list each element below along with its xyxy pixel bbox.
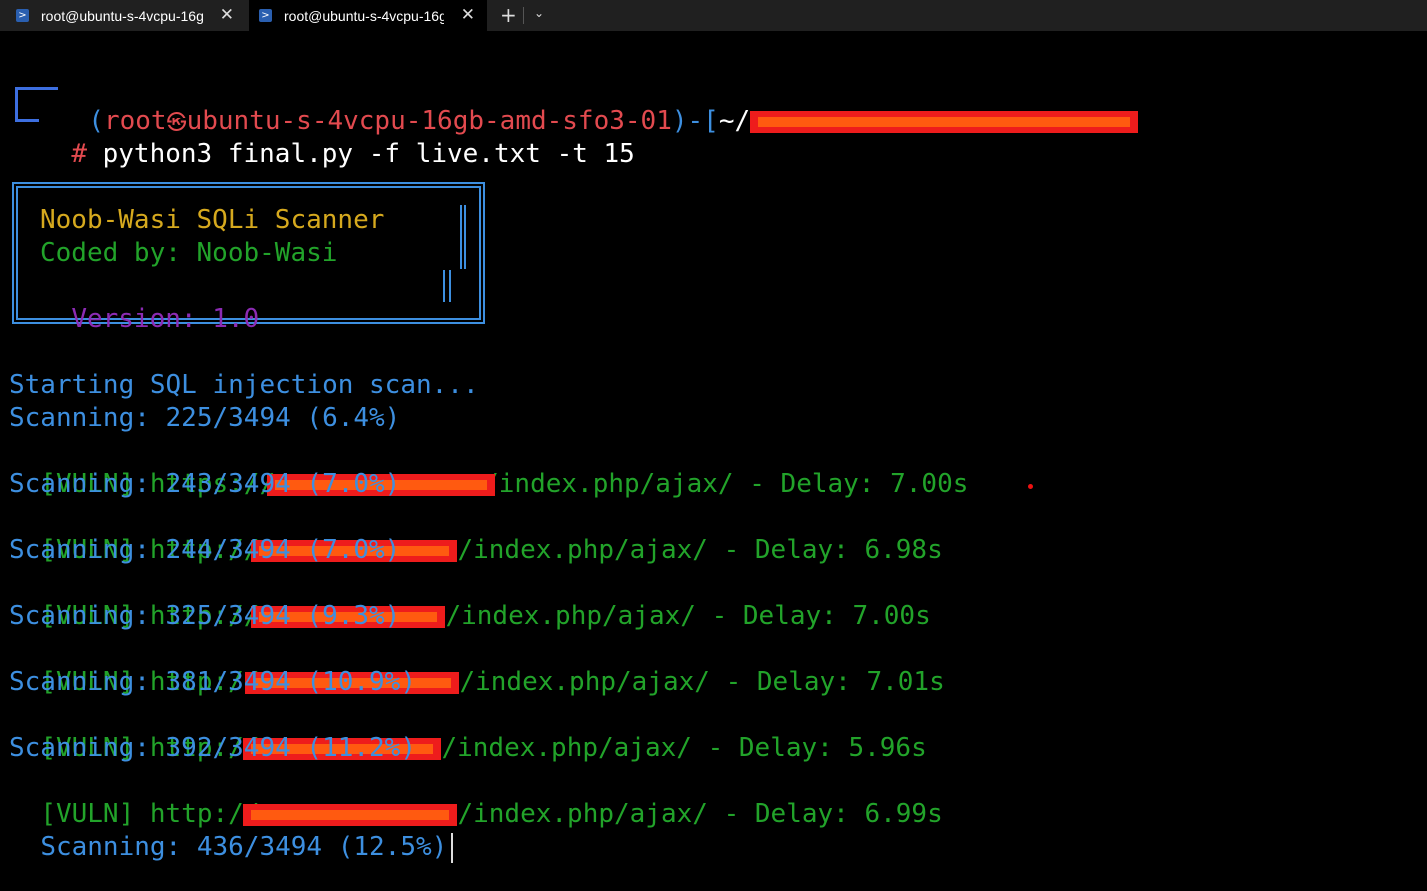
scan-progress: Scanning: 243/3494 (7.0%) (9, 469, 401, 499)
tab-terminal-1[interactable]: > root@ubuntu-s-4vcpu-16g ✕ (0, 0, 246, 31)
vuln-suffix: /index.php/ajax/ - Delay: 7.00s (445, 601, 931, 631)
vuln-line: [VULN] https:///index.php/ajax/ - Delay:… (9, 435, 968, 499)
red-dot (1028, 484, 1033, 489)
banner-bar (460, 205, 466, 269)
scan-progress: Scanning: 244/3494 (7.0%) (9, 535, 401, 565)
banner-bar (443, 270, 451, 302)
tab-terminal-2[interactable]: > root@ubuntu-s-4vcpu-16g ✕ (249, 0, 487, 31)
tab-title: root@ubuntu-s-4vcpu-16g (41, 7, 204, 24)
prompt-dir-bracket: )-[ (671, 106, 719, 136)
divider (523, 7, 524, 24)
vuln-line: [VULN] http:///index.php/ajax/ - Delay: … (9, 699, 926, 763)
prompt-hash: # (71, 139, 87, 169)
tab-title: root@ubuntu-s-4vcpu-16g (284, 7, 444, 24)
command-text: python3 final.py -f live.txt -t 15 (102, 139, 635, 169)
vuln-suffix: /index.php/ajax/ - Delay: 7.00s (483, 469, 969, 499)
vuln-line: [VULN] http:///index.php/ajax/ - Delay: … (9, 501, 942, 565)
version-label: Version: (71, 304, 213, 334)
powershell-icon: > (259, 9, 272, 22)
banner-author: Coded by: Noob-Wasi (40, 238, 338, 268)
banner-version: Version: 1.0 (40, 270, 259, 334)
scan-progress-current: Scanning: 436/3494 (12.5%) (9, 798, 454, 863)
scan-progress-text: Scanning: 436/3494 (12.5%) (40, 832, 448, 862)
scan-progress: Scanning: 225/3494 (6.4%) (9, 403, 401, 433)
new-tab-button[interactable]: + (500, 3, 517, 27)
scan-progress: Scanning: 392/3494 (11.2%) (9, 733, 416, 763)
vuln-line: [VULN] http:///index.php/ajax/ - Delay: … (9, 633, 944, 697)
redacted-path (750, 110, 1139, 133)
close-icon[interactable]: ✕ (461, 5, 475, 25)
prompt-line: (root㉿ubuntu-s-4vcpu-16gb-amd-sfo3-01)-[… (57, 72, 1139, 136)
tab-bar: > root@ubuntu-s-4vcpu-16g ✕ > root@ubunt… (0, 0, 1427, 31)
chevron-down-icon[interactable]: ⌄ (534, 6, 544, 20)
scan-start: Starting SQL injection scan... (9, 370, 479, 400)
vuln-line: [VULN] http:///index.php/ajax/ - Delay: … (9, 765, 942, 829)
prompt-frame-bottom (15, 119, 39, 122)
version-value: 1.0 (212, 304, 260, 334)
scan-progress: Scanning: 325/3494 (9.3%) (9, 601, 401, 631)
banner-title: Noob-Wasi SQLi Scanner (40, 205, 385, 235)
command-line: # python3 final.py -f live.txt -t 15 (40, 105, 635, 169)
scan-progress: Scanning: 381/3494 (10.9%) (9, 667, 416, 697)
vuln-line: [VULN] http:///index.php/ajax/ - Delay: … (9, 567, 930, 631)
terminal-cursor (451, 832, 454, 863)
close-icon[interactable]: ✕ (220, 5, 234, 25)
prompt-dir: ~/ (718, 106, 751, 136)
powershell-icon: > (16, 9, 29, 22)
vuln-suffix: /index.php/ajax/ - Delay: 5.96s (441, 733, 927, 763)
vuln-suffix: /index.php/ajax/ - Delay: 6.99s (457, 799, 943, 829)
vuln-suffix: /index.php/ajax/ - Delay: 6.98s (457, 535, 943, 565)
vuln-suffix: /index.php/ajax/ - Delay: 7.01s (459, 667, 945, 697)
